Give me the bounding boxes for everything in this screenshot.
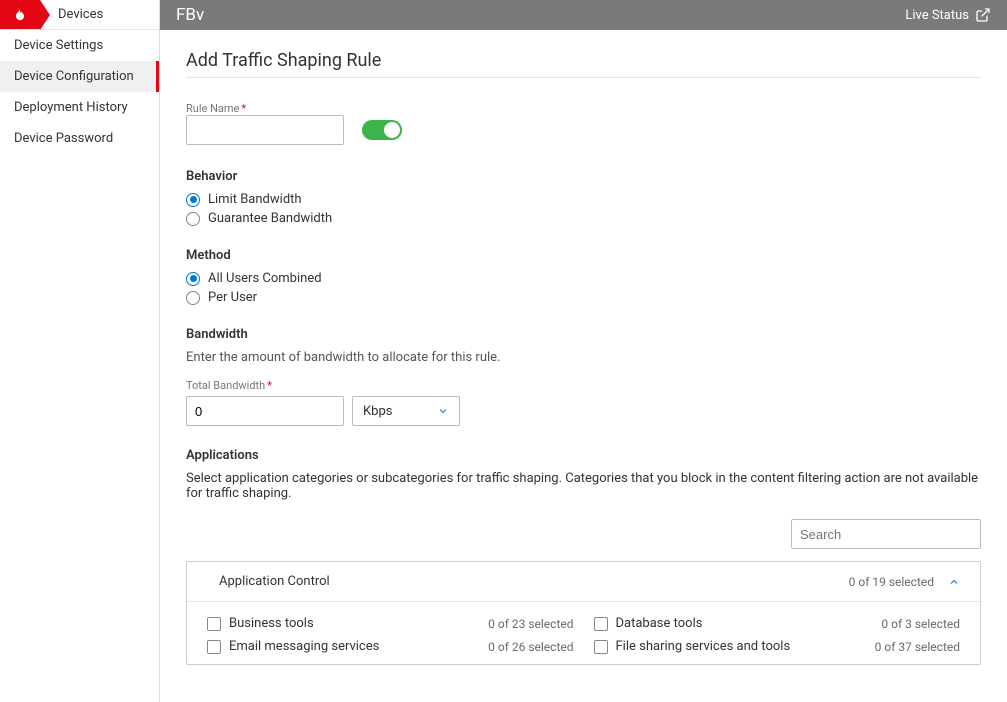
rule-enabled-toggle[interactable] [362, 120, 402, 140]
panel-summary: 0 of 19 selected [849, 575, 934, 589]
page-title: Add Traffic Shaping Rule [186, 50, 981, 78]
category-email-messaging[interactable]: Email messaging services 0 of 26 selecte… [207, 639, 574, 654]
total-bandwidth-input[interactable] [186, 396, 344, 426]
category-file-sharing[interactable]: File sharing services and tools 0 of 37 … [594, 639, 961, 654]
behavior-limit-option[interactable]: Limit Bandwidth [186, 192, 981, 207]
method-per-option[interactable]: Per User [186, 290, 981, 305]
behavior-heading: Behavior [186, 169, 981, 184]
brand-logo[interactable] [0, 0, 40, 29]
method-all-label: All Users Combined [208, 271, 322, 286]
rule-name-label: Rule Name* [186, 102, 344, 115]
sidebar-item-deployment-history[interactable]: Deployment History [0, 92, 159, 123]
application-control-panel: Application Control 0 of 19 selected Bus… [186, 561, 981, 665]
applications-heading: Applications [186, 448, 981, 463]
sidebar-item-device-password[interactable]: Device Password [0, 123, 159, 154]
checkbox-icon [207, 617, 221, 631]
bandwidth-heading: Bandwidth [186, 327, 981, 342]
panel-title: Application Control [207, 574, 849, 589]
applications-hint: Select application categories or subcate… [186, 471, 981, 501]
chevron-up-icon [948, 576, 960, 588]
category-grid: Business tools 0 of 23 selected Database… [187, 602, 980, 664]
radio-icon [186, 291, 200, 305]
radio-icon [186, 193, 200, 207]
rule-name-input[interactable] [186, 115, 344, 145]
category-business-tools[interactable]: Business tools 0 of 23 selected [207, 616, 574, 631]
behavior-guarantee-label: Guarantee Bandwidth [208, 211, 332, 226]
checkbox-icon [594, 617, 608, 631]
method-heading: Method [186, 248, 981, 263]
sidebar-item-device-settings[interactable]: Device Settings [0, 30, 159, 61]
behavior-guarantee-option[interactable]: Guarantee Bandwidth [186, 211, 981, 226]
method-all-option[interactable]: All Users Combined [186, 271, 981, 286]
checkbox-icon [207, 640, 221, 654]
checkbox-icon [594, 640, 608, 654]
method-per-label: Per User [208, 290, 257, 305]
live-status-link[interactable]: Live Status [905, 7, 991, 23]
applications-search[interactable] [791, 519, 981, 549]
category-database-tools[interactable]: Database tools 0 of 3 selected [594, 616, 961, 631]
application-control-header[interactable]: Application Control 0 of 19 selected [187, 562, 980, 602]
chevron-down-icon [437, 405, 449, 417]
external-link-icon [975, 7, 991, 23]
sidebar-item-device-configuration[interactable]: Device Configuration [0, 61, 159, 92]
topbar: FBv Live Status [160, 0, 1007, 30]
behavior-limit-label: Limit Bandwidth [208, 192, 302, 207]
radio-icon [186, 212, 200, 226]
bandwidth-unit-value: Kbps [363, 404, 392, 419]
breadcrumb[interactable]: Devices [40, 0, 159, 29]
bandwidth-hint: Enter the amount of bandwidth to allocat… [186, 350, 981, 365]
search-input[interactable] [800, 527, 976, 542]
live-status-label: Live Status [905, 8, 969, 23]
device-title: FBv [176, 5, 204, 25]
radio-icon [186, 272, 200, 286]
bandwidth-unit-select[interactable]: Kbps [352, 396, 460, 426]
sidebar-nav: Device Settings Device Configuration Dep… [0, 30, 159, 154]
total-bandwidth-label: Total Bandwidth* [186, 379, 981, 392]
flame-icon [13, 7, 27, 23]
